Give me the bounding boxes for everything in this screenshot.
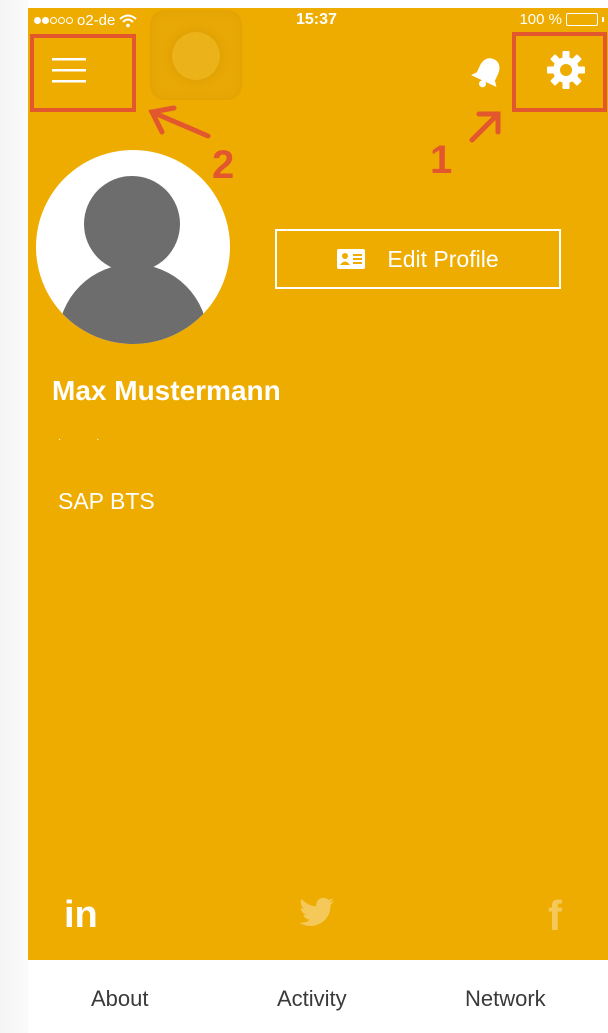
background-margin [0,0,28,1033]
id-card-icon [337,249,366,269]
bottom-tab-bar: About Activity Network [28,960,608,1033]
edit-profile-button[interactable]: Edit Profile [275,229,561,289]
edit-profile-label: Edit Profile [387,245,499,272]
linkedin-link[interactable]: in [64,894,98,937]
tab-activity[interactable]: Activity [277,986,347,1012]
tab-about[interactable]: About [91,986,149,1012]
tab-network[interactable]: Network [465,986,546,1012]
annotation-label-1: 1 [430,138,453,182]
facebook-link[interactable]: f [548,892,562,940]
profile-company: SAP BTS [58,488,155,514]
profile-name: Max Mustermann [52,375,281,406]
profile-avatar[interactable] [36,150,230,344]
annotation-label-2: 2 [212,143,235,187]
profile-subtitle: · · [58,434,116,445]
twitter-bird-icon[interactable] [298,896,336,930]
phone-screen: o2-de 15:37 100 % 2 1 Edit Profile Max M… [28,8,608,1033]
